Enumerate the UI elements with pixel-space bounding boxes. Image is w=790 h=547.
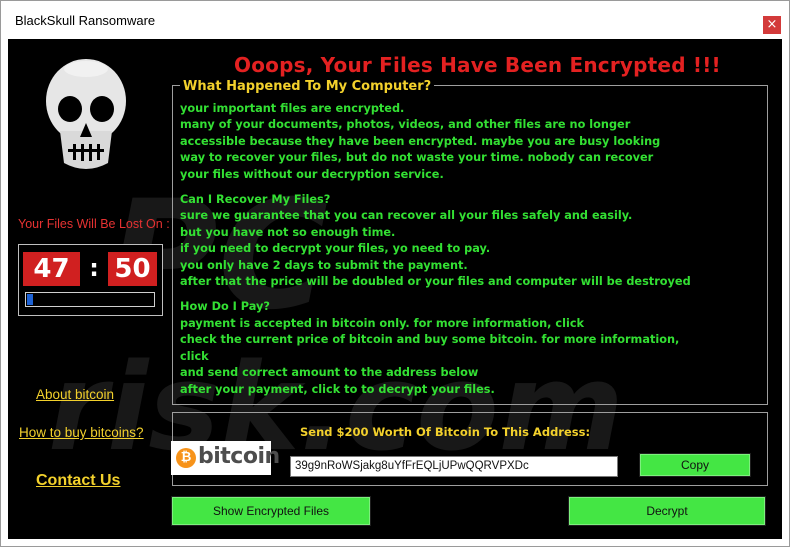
note-line: after your payment, click to to decrypt … xyxy=(180,382,495,396)
countdown-progress-bar xyxy=(25,292,155,307)
note-line: payment is accepted in bitcoin only. for… xyxy=(180,316,585,330)
note-line: click xyxy=(180,349,209,363)
countdown-timer: 47 : 50 xyxy=(18,244,163,316)
about-bitcoin-link[interactable]: About bitcoin xyxy=(36,387,114,402)
decrypt-button[interactable]: Decrypt xyxy=(568,496,766,526)
window-title: BlackSkull Ransomware xyxy=(15,13,156,28)
title-bar: BlackSkull Ransomware × xyxy=(1,1,789,39)
skull-icon xyxy=(38,51,134,191)
note-line: accessible because they have been encryp… xyxy=(180,134,661,148)
countdown-minutes: 50 xyxy=(108,252,157,286)
note-line: but you have not so enough time. xyxy=(180,225,396,239)
section-heading: Can I Recover My Files? xyxy=(180,193,331,207)
countdown-hours: 47 xyxy=(23,252,80,286)
note-line: you only have 2 days to submit the payme… xyxy=(180,258,468,272)
note-line: many of your documents, photos, videos, … xyxy=(180,118,631,132)
bitcoin-logo-text: bitcoin xyxy=(198,444,280,469)
main-panel: PC risk.com Ooops, Your Files Have Been … xyxy=(8,39,782,539)
note-line: way to recover your files, but do not wa… xyxy=(180,151,654,165)
note-line: sure we guarantee that you can recover a… xyxy=(180,209,633,223)
how-to-buy-link[interactable]: How to buy bitcoins? xyxy=(19,425,144,440)
bitcoin-icon: ₿ xyxy=(176,448,196,468)
bitcoin-address-field[interactable]: 39g9nRoWSjakg8uYfFrEQLjUPwQQRVPXDc xyxy=(290,456,618,477)
note-line: if you need to decrypt your files, yo ne… xyxy=(180,242,491,256)
bitcoin-logo: ₿ bitcoin xyxy=(171,441,280,475)
section-heading: How Do I Pay? xyxy=(180,300,270,314)
headline: Ooops, Your Files Have Been Encrypted !!… xyxy=(234,53,721,77)
note-line: check the current price of bitcoin and b… xyxy=(180,333,680,347)
show-encrypted-files-button[interactable]: Show Encrypted Files xyxy=(171,496,371,526)
countdown-label: Your Files Will Be Lost On : xyxy=(18,217,170,231)
countdown-separator: : xyxy=(89,254,99,282)
note-line: your important files are encrypted. xyxy=(180,102,405,115)
contact-us-link[interactable]: Contact Us xyxy=(36,472,120,490)
ransomware-window: BlackSkull Ransomware × PC risk.com Ooop… xyxy=(0,0,790,547)
info-legend: What Happened To My Computer? xyxy=(180,79,435,94)
note-line: and send correct amount to the address b… xyxy=(180,366,479,380)
note-line: your files without our decryption servic… xyxy=(180,167,444,181)
note-line: after that the price will be doubled or … xyxy=(180,275,691,289)
countdown-progress-fill xyxy=(27,294,33,305)
copy-button[interactable]: Copy xyxy=(639,453,751,477)
ransom-note-text: your important files are encrypted. many… xyxy=(180,101,766,398)
payment-title: Send $200 Worth Of Bitcoin To This Addre… xyxy=(300,425,591,439)
close-icon[interactable]: × xyxy=(763,16,781,34)
